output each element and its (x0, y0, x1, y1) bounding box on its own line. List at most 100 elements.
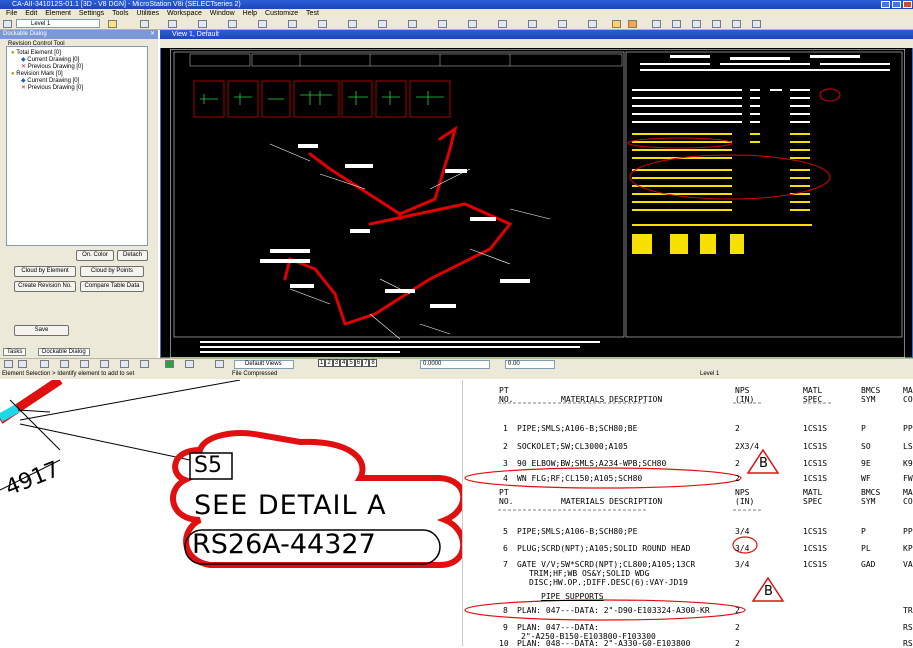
zoom-icon[interactable] (712, 20, 721, 28)
cloud-tool-icon[interactable] (628, 20, 637, 28)
menu-settings[interactable]: Settings (79, 9, 104, 18)
view-button-8[interactable]: 8 (369, 359, 377, 367)
view-button-5[interactable]: 5 (347, 359, 355, 367)
text-icon[interactable] (408, 20, 417, 28)
menu-customize[interactable]: Customize (265, 9, 298, 18)
view-button-6[interactable]: 6 (354, 359, 363, 367)
tab-tasks[interactable]: Tasks (3, 348, 27, 356)
window-area-icon[interactable] (60, 360, 69, 368)
element-icon[interactable] (3, 20, 12, 28)
view-title: View 1, Default (172, 31, 219, 38)
revision-tool-icon[interactable] (612, 20, 621, 28)
camera-icon[interactable] (140, 360, 149, 368)
tree-item-current-1[interactable]: ◆ Current Drawing [0] (21, 57, 79, 63)
place-shape-icon[interactable] (318, 20, 327, 28)
tree-item-revision[interactable]: ● Revision Mark [0] (11, 71, 63, 77)
view-buttons: 12345678 (318, 359, 377, 367)
tool-icon[interactable] (215, 360, 224, 368)
compare-table-button[interactable]: Compare Table Data (80, 281, 144, 292)
snap-icon[interactable] (652, 20, 661, 28)
fit-icon[interactable] (752, 20, 761, 28)
detach-button[interactable]: Detach (117, 250, 148, 261)
priority-icon[interactable] (228, 20, 237, 28)
level-select[interactable]: Level 1 (16, 19, 100, 28)
copy-view-icon[interactable] (100, 360, 109, 368)
detail-symbols (200, 91, 444, 105)
revision-tree: ● Total Element [0] ◆ Current Drawing [0… (6, 46, 148, 246)
pipe-run (283, 125, 513, 326)
rev-tag-1: B (759, 456, 768, 471)
detail-boxes (193, 80, 451, 118)
status-file: File Compressed (232, 371, 278, 377)
bom-lines (632, 89, 810, 123)
fence-icon[interactable] (40, 360, 49, 368)
cell-icon[interactable] (438, 20, 447, 28)
view-title-bar: View 1, Default (160, 30, 913, 39)
menu-test[interactable]: Test (306, 9, 319, 18)
hdr2-bmcs: BMCS SYM (861, 488, 881, 506)
default-views-select[interactable]: Default Views (234, 360, 294, 369)
zoom-field-b[interactable]: 0.00 (505, 360, 555, 369)
place-line-icon[interactable] (288, 20, 297, 28)
cloud-by-points-button[interactable]: Cloud by Points (80, 266, 144, 277)
info-icon[interactable] (528, 20, 537, 28)
select-icon[interactable] (258, 20, 267, 28)
menu-edit[interactable]: Edit (25, 9, 37, 18)
menu-workspace[interactable]: Workspace (167, 9, 202, 18)
tab-dockable-dialog[interactable]: Dockable Dialog (38, 348, 90, 356)
row7-cont-2: DISC;HW.OP.;DIFF.DESC(6):VAY-JD19 (529, 578, 688, 587)
pipe-segment-cyan (0, 404, 21, 422)
accudraw-icon[interactable] (672, 20, 681, 28)
save-button[interactable]: Save (14, 325, 69, 336)
play-icon[interactable] (165, 360, 174, 368)
zoom-field-a[interactable]: 0.0000 (420, 360, 490, 369)
view-button-3[interactable]: 3 (332, 359, 341, 367)
create-revision-button[interactable]: Create Revision No. (14, 281, 76, 292)
place-arc-icon[interactable] (348, 20, 357, 28)
dock-close-icon[interactable]: ✕ (150, 30, 155, 39)
notes-block (200, 341, 600, 353)
menu-help[interactable]: Help (243, 9, 257, 18)
transparency-icon[interactable] (198, 20, 207, 28)
hdr2-nps: NPS (IN) (735, 488, 755, 506)
cloud-by-element-button[interactable]: Cloud by Element (14, 266, 76, 277)
grid-icon[interactable] (692, 20, 701, 28)
menu-window[interactable]: Window (210, 9, 235, 18)
tree-item-previous-1[interactable]: ✕ Previous Drawing [0] (21, 64, 83, 70)
drawing-canvas[interactable] (170, 49, 905, 358)
prev-view-icon[interactable] (4, 360, 13, 368)
maximize-button[interactable] (892, 1, 901, 8)
view-toolbar (160, 39, 913, 48)
leader-line (19, 423, 191, 461)
color-swatch-icon[interactable] (108, 20, 117, 28)
place-circle-icon[interactable] (378, 20, 387, 28)
hdr2-matl: MATL SPEC (803, 488, 823, 506)
view-attr-icon[interactable] (120, 360, 129, 368)
dock-title: Dockable Dialog (3, 31, 47, 37)
close-button[interactable] (903, 1, 912, 8)
linestyle-icon[interactable] (140, 20, 149, 28)
view-button-2[interactable]: 2 (325, 359, 333, 367)
minimize-button[interactable] (881, 1, 890, 8)
menu-tools[interactable]: Tools (112, 9, 128, 18)
row7-cont-1: TRIM;HF;WB OS&Y;SOLID WDG (529, 569, 650, 578)
title-block-right (640, 55, 890, 71)
hdr2-pt-no: PT NO. (499, 488, 514, 506)
weight-icon[interactable] (168, 20, 177, 28)
record-icon[interactable] (185, 360, 194, 368)
tree-item-total[interactable]: ● Total Element [0] (11, 50, 61, 56)
pan-icon[interactable] (732, 20, 741, 28)
dimension-icon[interactable] (498, 20, 507, 28)
tree-item-previous-2[interactable]: ✕ Previous Drawing [0] (21, 85, 83, 91)
menu-element[interactable]: Element (45, 9, 71, 18)
tree-item-current-2[interactable]: ◆ Current Drawing [0] (21, 78, 79, 84)
menu-file[interactable]: File (6, 9, 17, 18)
menu-utilities[interactable]: Utilities (136, 9, 159, 18)
modify-icon[interactable] (558, 20, 567, 28)
dock-header: Dockable Dialog ✕ (0, 30, 158, 39)
delete-icon[interactable] (588, 20, 597, 28)
measure-icon[interactable] (468, 20, 477, 28)
next-view-icon[interactable] (18, 360, 27, 368)
on-color-button[interactable]: On. Color (76, 250, 114, 261)
rotate-view-icon[interactable] (80, 360, 89, 368)
